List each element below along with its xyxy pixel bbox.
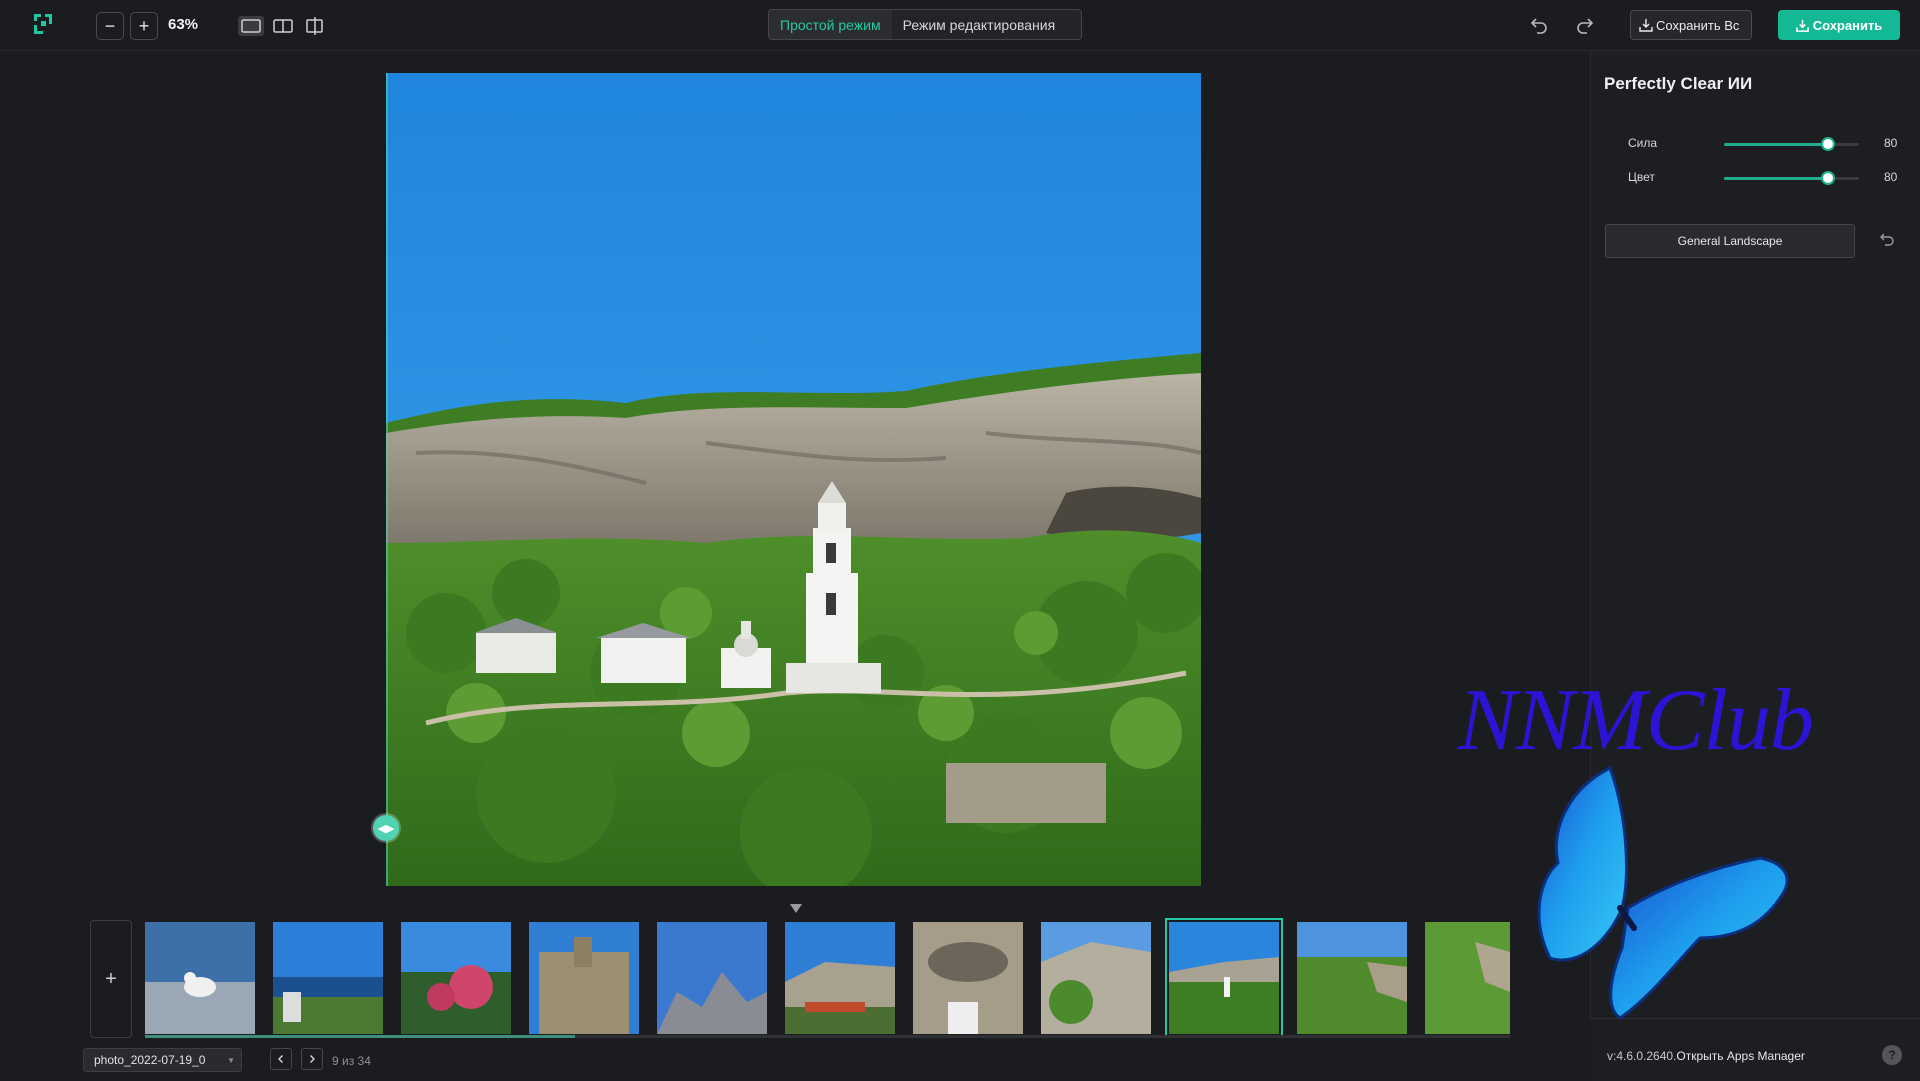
valley-thumb (1297, 922, 1407, 1034)
filmstrip-scrollbar-thumb[interactable] (145, 1035, 575, 1038)
compare-handle-icon[interactable]: ◀▶ (373, 815, 399, 841)
download-icon (1795, 19, 1809, 32)
palace-thumb (529, 922, 639, 1034)
filmstrip-scrollbar[interactable] (145, 1035, 1510, 1038)
strength-label: Сила (1628, 136, 1658, 150)
thumbnail-cave[interactable] (913, 922, 1023, 1034)
photo-counter: 9 из 34 (332, 1054, 371, 1068)
top-toolbar: − + 63% Простой режим Режим редактирован… (0, 0, 1920, 51)
seagull-thumb (145, 922, 255, 1034)
app-logo-icon (34, 14, 52, 34)
strength-value: 80 (1884, 136, 1898, 150)
download-icon (1639, 19, 1653, 32)
terrace-thumb (273, 922, 383, 1034)
strength-slider[interactable] (1724, 137, 1859, 151)
thumbnail-rock[interactable] (1041, 922, 1151, 1034)
forest-thumb (1425, 922, 1510, 1034)
butterfly-icon (1537, 765, 1789, 1020)
thumbnail-valley[interactable] (1297, 922, 1407, 1034)
mode-switch: Простой режим Режим редактирования (768, 9, 1082, 40)
add-photo-button[interactable]: + (90, 920, 132, 1038)
file-name-label: photo_2022-07-19_0 (94, 1053, 206, 1067)
color-slider-row: Цвет 80 (1628, 168, 1908, 188)
color-label: Цвет (1628, 170, 1655, 184)
thumbnail-monastery-selected[interactable] (1165, 918, 1283, 1038)
open-apps-manager-link[interactable]: Открыть Apps Manager (1676, 1049, 1805, 1063)
chevron-left-icon (278, 1055, 283, 1063)
monastery-thumb (1169, 922, 1279, 1034)
watermark-text: NNMClub (1458, 672, 1814, 769)
strength-slider-row: Сила 80 (1628, 134, 1908, 154)
tab-simple-mode[interactable]: Простой режим (769, 10, 892, 39)
rock-thumb (1041, 922, 1151, 1034)
zoom-level: 63% (168, 16, 199, 33)
previous-photo-button[interactable] (270, 1048, 292, 1070)
compare-divider[interactable] (386, 73, 388, 886)
thumbnail-mountains[interactable] (657, 922, 767, 1034)
version-info: v:4.6.0.2640.Открыть Apps Manager (1607, 1049, 1805, 1063)
preset-select[interactable]: General Landscape (1605, 224, 1855, 258)
crop-view-icon[interactable] (302, 16, 328, 36)
strength-slider-knob[interactable] (1820, 137, 1835, 151)
color-slider-fill (1724, 177, 1828, 180)
cave-thumb (913, 922, 1023, 1034)
thumbnail-palace[interactable] (529, 922, 639, 1034)
chevron-down-icon: ▼ (227, 1056, 235, 1065)
save-all-label: Сохранить Вс (1656, 17, 1740, 33)
save-button[interactable]: Сохранить (1778, 10, 1900, 40)
single-view-icon[interactable] (238, 16, 264, 36)
save-label: Сохранить (1812, 17, 1883, 33)
help-icon[interactable]: ? (1882, 1045, 1902, 1065)
split-view-icon[interactable] (270, 16, 296, 36)
save-all-button[interactable]: Сохранить Вс (1630, 10, 1752, 40)
thumbnail-cliff-cafe[interactable] (785, 922, 895, 1034)
file-name-select[interactable]: photo_2022-07-19_0 ▼ (83, 1048, 242, 1072)
reset-icon[interactable] (1878, 231, 1896, 249)
main-photo[interactable] (386, 73, 1201, 886)
panel-title: Perfectly Clear ИИ (1604, 74, 1753, 93)
zoom-out-button[interactable]: − (96, 12, 124, 40)
color-slider-knob[interactable] (1820, 171, 1835, 185)
cliff-cafe-thumb (785, 922, 895, 1034)
thumbnail-forest[interactable] (1425, 922, 1510, 1034)
filmstrip-marker-icon (790, 904, 802, 913)
strength-slider-fill (1724, 143, 1828, 146)
thumbnail-flowers[interactable] (401, 922, 511, 1034)
undo-icon[interactable] (1528, 14, 1550, 36)
tab-edit-mode[interactable]: Режим редактирования (892, 10, 1067, 39)
thumbnail-seagull[interactable] (145, 922, 255, 1034)
flowers-thumb (401, 922, 511, 1034)
color-value: 80 (1884, 170, 1898, 184)
zoom-in-button[interactable]: + (130, 12, 158, 40)
mountains-thumb (657, 922, 767, 1034)
redo-icon[interactable] (1574, 14, 1596, 36)
monastery-photo-image (386, 73, 1201, 886)
color-slider[interactable] (1724, 171, 1859, 185)
chevron-right-icon (310, 1055, 315, 1063)
next-photo-button[interactable] (301, 1048, 323, 1070)
version-label: v:4.6.0.2640. (1607, 1049, 1677, 1063)
thumbnail-terrace[interactable] (273, 922, 383, 1034)
